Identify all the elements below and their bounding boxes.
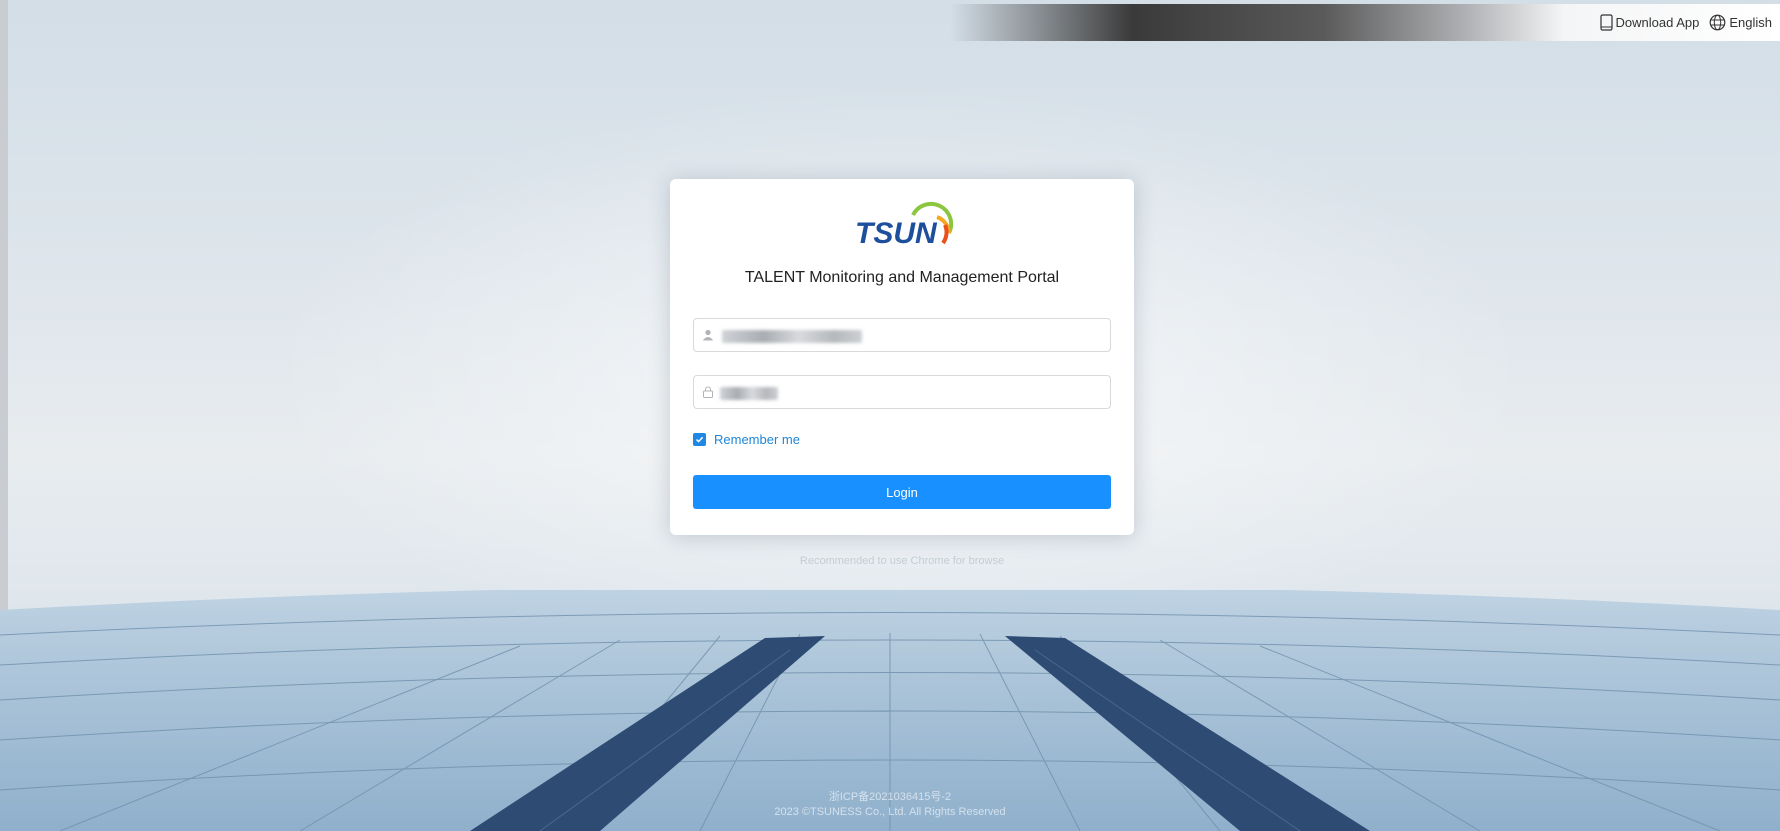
portal-title: TALENT Monitoring and Management Portal [744,269,1060,286]
user-icon [702,328,716,342]
download-app-label: Download App [1615,15,1700,30]
remember-me-checkbox[interactable]: Remember me [693,432,800,447]
language-label: English [1729,15,1772,30]
lock-icon [702,385,716,399]
username-blurred-value [722,330,862,343]
password-field[interactable] [693,375,1111,409]
password-input[interactable] [723,377,1110,407]
login-button[interactable]: Login [693,475,1111,509]
icp-link[interactable]: 浙ICP备2021036415号-2 [0,790,1780,805]
globe-icon [1709,14,1726,31]
tsun-logo: TSUN [853,201,954,250]
username-field[interactable] [693,318,1111,352]
language-selector[interactable]: English [1709,14,1772,31]
top-actions: Download App English [1550,4,1780,41]
footer: 浙ICP备2021036415号-2 2023 ©TSUNESS Co., Lt… [0,790,1780,820]
download-app-link[interactable]: Download App [1599,14,1700,31]
checkbox-checked-icon [693,433,706,446]
remember-me-label: Remember me [714,432,800,447]
password-blurred-value [720,387,778,400]
browser-recommendation: Recommended to use Chrome for browse [799,555,1005,567]
copyright-text: 2023 ©TSUNESS Co., Ltd. All Rights Reser… [774,806,1006,818]
logo-text: TSUN [855,217,938,249]
login-card: TSUN TALENT Monitoring and Management Po… [670,179,1134,535]
mobile-phone-icon [1599,14,1613,31]
